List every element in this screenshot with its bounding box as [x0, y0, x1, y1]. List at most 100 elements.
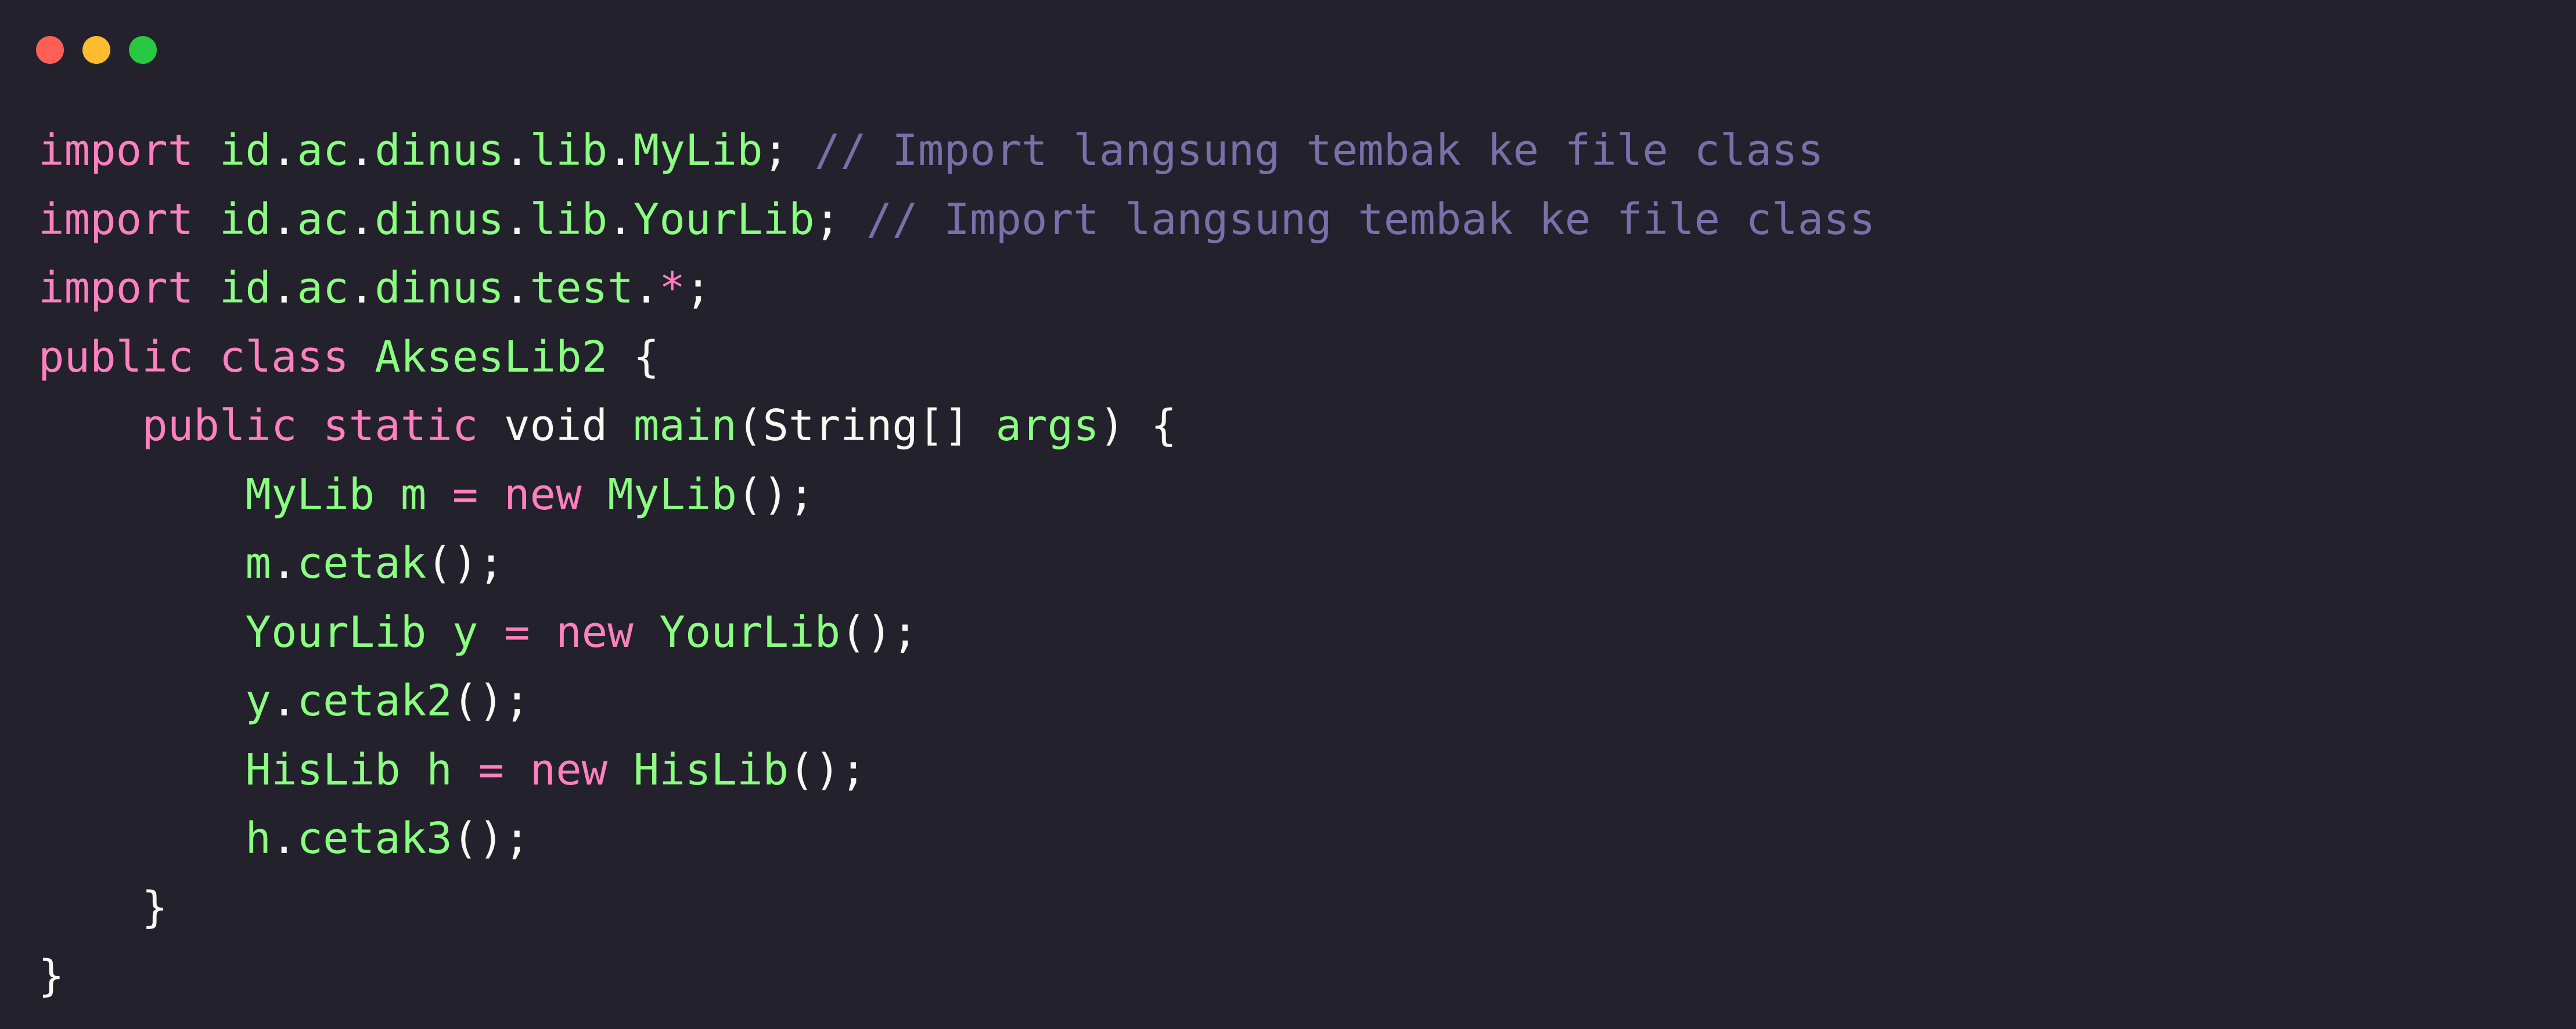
code-token-plain: . — [607, 194, 634, 244]
code-token-plain: . — [271, 125, 297, 175]
code-token-keyword: import — [38, 263, 194, 313]
code-token-plain: void — [478, 401, 634, 451]
code-token-plain: . — [607, 125, 634, 175]
code-line: import id.ac.dinus.lib.YourLib; // Impor… — [38, 185, 2553, 254]
code-token-ident: ac — [297, 263, 349, 313]
code-token-ident: MyLib — [245, 469, 375, 520]
code-token-keyword: public — [38, 332, 194, 382]
code-token-plain: . — [271, 263, 297, 313]
code-line: } — [38, 942, 2553, 1011]
code-token-plain: . — [348, 125, 375, 175]
code-token-plain: . — [503, 263, 530, 313]
code-token-ident: main — [633, 401, 737, 451]
code-token-keyword: new — [504, 469, 582, 520]
maximize-button[interactable] — [129, 36, 157, 64]
code-token-ident: YourLib — [633, 194, 815, 244]
code-token-plain: (String[] — [736, 401, 996, 451]
code-token-ident: args — [995, 401, 1099, 451]
code-token-operator: = — [503, 607, 530, 657]
code-line: } — [38, 873, 2553, 942]
code-token-keyword: new — [530, 744, 608, 795]
code-token-ident: MyLib — [633, 125, 763, 175]
code-token-plain: ) { — [1099, 401, 1177, 451]
code-token-keyword: class — [219, 332, 349, 382]
code-token-ident: ac — [297, 194, 349, 244]
code-line: import id.ac.dinus.lib.MyLib; // Import … — [38, 116, 2553, 185]
code-token-ident: id — [219, 125, 271, 175]
code-token-plain: (); — [736, 469, 815, 520]
code-token-ident: cetak3 — [297, 814, 452, 864]
code-token-plain: } — [38, 882, 168, 933]
code-line: public class AksesLib2 { — [38, 323, 2553, 392]
code-token-plain: (); — [452, 814, 530, 864]
code-line: y.cetak2(); — [38, 667, 2553, 736]
code-line: public static void main(String[] args) { — [38, 391, 2553, 460]
code-token-plain: . — [348, 194, 375, 244]
code-token-plain: . — [503, 194, 530, 244]
code-token-ident: HisLib — [633, 744, 789, 795]
close-button[interactable] — [36, 36, 64, 64]
code-line: HisLib h = new HisLib(); — [38, 736, 2553, 805]
code-token-keyword: new — [556, 607, 634, 657]
code-token-ident: lib — [530, 125, 608, 175]
code-token-ident: dinus — [375, 125, 504, 175]
code-token-ident: dinus — [375, 263, 504, 313]
code-token-ident: h — [426, 744, 452, 795]
code-token-keyword: public — [142, 401, 297, 451]
code-token-plain: . — [271, 676, 297, 726]
code-token-ident: y — [245, 676, 271, 726]
code-token-plain: ; — [762, 125, 815, 175]
code-editor[interactable]: import id.ac.dinus.lib.MyLib; // Import … — [38, 116, 2553, 1022]
code-line: h.cetak3(); — [38, 804, 2553, 873]
code-token-operator: * — [659, 263, 685, 313]
code-token-ident: YourLib — [245, 607, 427, 657]
code-token-keyword: import — [38, 125, 194, 175]
code-token-plain: (); — [426, 538, 504, 588]
code-token-plain: ; — [685, 263, 711, 313]
code-token-plain: . — [271, 538, 297, 588]
code-token-plain: . — [271, 814, 297, 864]
code-line: m.cetak(); — [38, 529, 2553, 598]
code-token-ident: cetak — [297, 538, 427, 588]
window-titlebar — [0, 0, 2576, 99]
code-line: YourLib y = new YourLib(); — [38, 598, 2553, 667]
minimize-button[interactable] — [82, 36, 110, 64]
code-token-ident: YourLib — [659, 607, 841, 657]
code-line: MyLib m = new MyLib(); — [38, 460, 2553, 530]
code-token-ident: ac — [297, 125, 349, 175]
code-token-plain: (); — [789, 744, 866, 795]
code-token-ident: id — [219, 263, 271, 313]
code-token-ident: HisLib — [245, 744, 401, 795]
code-token-ident: h — [245, 814, 271, 864]
code-token-ident: y — [452, 607, 478, 657]
code-token-ident: lib — [530, 194, 608, 244]
code-token-ident: test — [530, 263, 634, 313]
code-token-ident: id — [219, 194, 271, 244]
code-token-ident: m — [400, 469, 427, 520]
code-token-plain: { — [607, 332, 660, 382]
code-token-plain: . — [633, 263, 660, 313]
